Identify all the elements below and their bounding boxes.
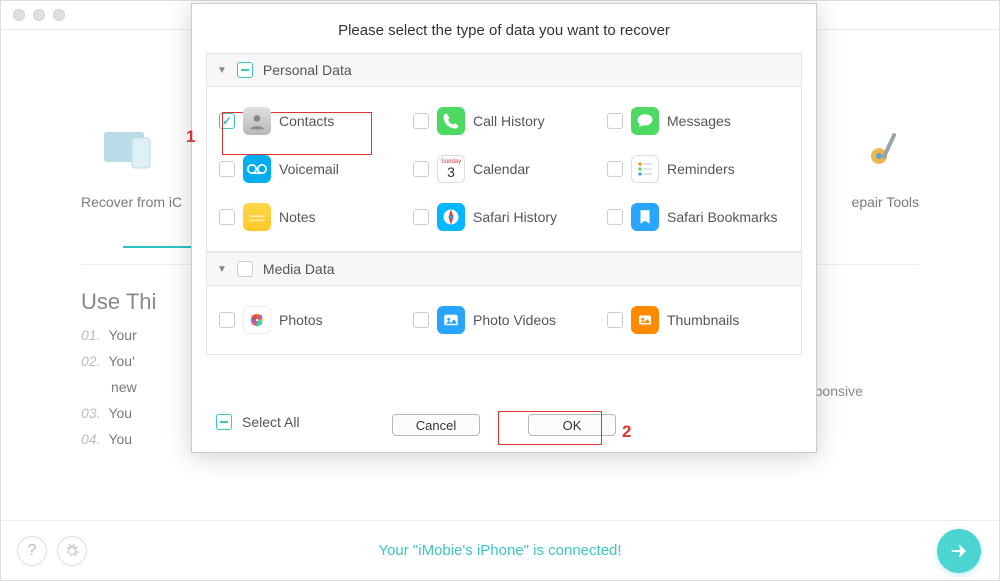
checkbox-thumbnails[interactable]	[607, 312, 623, 328]
close-window-icon[interactable]	[13, 9, 25, 21]
item-calendar[interactable]: Sunday3 Calendar	[407, 145, 601, 193]
item-label: Messages	[667, 113, 731, 129]
item-label: Notes	[279, 209, 316, 225]
item-label: Calendar	[473, 161, 530, 177]
data-type-list: ▼ Personal Data Contacts Call History Me…	[192, 53, 816, 404]
chevron-down-icon: ▼	[217, 264, 227, 275]
photos-icon	[243, 306, 271, 334]
chevron-down-icon: ▼	[217, 65, 227, 76]
mode-repair-tools[interactable]: epair Tools	[852, 118, 919, 210]
item-contacts[interactable]: Contacts	[213, 97, 407, 145]
section-media-data[interactable]: ▼ Media Data	[206, 252, 802, 286]
voicemail-icon	[243, 155, 271, 183]
checkbox-safari-bookmarks[interactable]	[607, 209, 623, 225]
devices-icon	[100, 118, 164, 182]
item-label: Photo Videos	[473, 312, 556, 328]
item-photos[interactable]: Photos	[213, 296, 407, 344]
section-checkbox[interactable]	[237, 62, 253, 78]
checkbox-safari-history[interactable]	[413, 209, 429, 225]
annotation-1: 1	[186, 127, 195, 147]
modal-title: Please select the type of data you want …	[192, 4, 816, 53]
select-all-checkbox[interactable]	[216, 414, 232, 430]
footer-bar: ? Your "iMobie's iPhone" is connected!	[1, 520, 999, 580]
item-label: Call History	[473, 113, 545, 129]
item-label: Contacts	[279, 113, 334, 129]
checkbox-calendar[interactable]	[413, 161, 429, 177]
item-call-history[interactable]: Call History	[407, 97, 601, 145]
item-label: Thumbnails	[667, 312, 739, 328]
photo-videos-icon	[437, 306, 465, 334]
section-personal-data[interactable]: ▼ Personal Data	[206, 53, 802, 87]
item-label: Safari Bookmarks	[667, 209, 777, 225]
minimize-window-icon[interactable]	[33, 9, 45, 21]
bookmark-icon	[631, 203, 659, 231]
reminders-icon	[631, 155, 659, 183]
notes-icon	[243, 203, 271, 231]
contacts-icon	[243, 107, 271, 135]
safari-icon	[437, 203, 465, 231]
item-label: Voicemail	[279, 161, 339, 177]
section-title: Media Data	[263, 261, 335, 277]
item-photo-videos[interactable]: Photo Videos	[407, 296, 601, 344]
item-label: Safari History	[473, 209, 557, 225]
repair-tools-icon	[853, 118, 917, 182]
gear-icon	[64, 543, 80, 559]
section-checkbox[interactable]	[237, 261, 253, 277]
mode-label: epair Tools	[852, 194, 919, 210]
checkbox-messages[interactable]	[607, 113, 623, 129]
item-messages[interactable]: Messages	[601, 97, 795, 145]
checkbox-contacts[interactable]	[219, 113, 235, 129]
phone-icon	[437, 107, 465, 135]
data-type-modal: Please select the type of data you want …	[191, 3, 817, 453]
item-reminders[interactable]: Reminders	[601, 145, 795, 193]
calendar-icon: Sunday3	[437, 155, 465, 183]
item-safari-bookmarks[interactable]: Safari Bookmarks	[601, 193, 795, 241]
mode-label: Recover from iC	[81, 194, 182, 210]
settings-button[interactable]	[57, 536, 87, 566]
section-title: Personal Data	[263, 62, 352, 78]
select-all-label: Select All	[242, 414, 300, 430]
maximize-window-icon[interactable]	[53, 9, 65, 21]
checkbox-photos[interactable]	[219, 312, 235, 328]
item-label: Photos	[279, 312, 323, 328]
arrow-right-icon	[949, 541, 969, 561]
mode-recover-from-icloud[interactable]: Recover from iC	[81, 118, 182, 210]
checkbox-reminders[interactable]	[607, 161, 623, 177]
annotation-2: 2	[622, 422, 631, 442]
next-button[interactable]	[937, 529, 981, 573]
connection-status: Your "iMobie's iPhone" is connected!	[378, 542, 621, 559]
item-voicemail[interactable]: Voicemail	[213, 145, 407, 193]
window-controls	[13, 9, 65, 21]
checkbox-call-history[interactable]	[413, 113, 429, 129]
help-button[interactable]: ?	[17, 536, 47, 566]
ok-button[interactable]: OK	[528, 414, 616, 436]
cancel-button[interactable]: Cancel	[392, 414, 480, 436]
modal-footer: Select All Cancel OK	[192, 404, 816, 452]
messages-icon	[631, 107, 659, 135]
checkbox-voicemail[interactable]	[219, 161, 235, 177]
item-safari-history[interactable]: Safari History	[407, 193, 601, 241]
checkbox-photo-videos[interactable]	[413, 312, 429, 328]
checkbox-notes[interactable]	[219, 209, 235, 225]
item-thumbnails[interactable]: Thumbnails	[601, 296, 795, 344]
item-notes[interactable]: Notes	[213, 193, 407, 241]
item-label: Reminders	[667, 161, 735, 177]
thumbnails-icon	[631, 306, 659, 334]
